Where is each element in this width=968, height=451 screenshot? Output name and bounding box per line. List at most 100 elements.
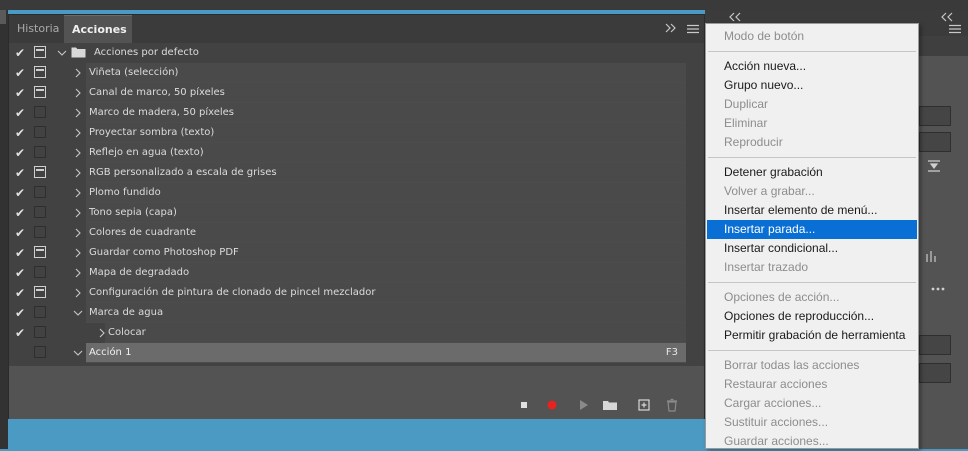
- chevron-down-icon[interactable]: [73, 345, 83, 361]
- menu-item-grupo-nuevo[interactable]: Grupo nuevo...: [707, 76, 917, 95]
- action-row[interactable]: ✔ Configuración de pintura de clonado de …: [9, 283, 704, 303]
- panel-menu-icon[interactable]: [687, 23, 699, 37]
- action-row[interactable]: ✔ Marco de madera, 50 píxeles: [9, 103, 704, 123]
- toggle-check-icon[interactable]: ✔: [13, 65, 27, 81]
- toggle-check-icon[interactable]: ✔: [13, 325, 27, 341]
- action-label-cell[interactable]: Reflejo en agua (texto): [86, 143, 686, 163]
- toggle-check-icon[interactable]: ✔: [13, 245, 27, 261]
- chevron-right-icon[interactable]: [73, 245, 83, 261]
- dialog-toggle-icon[interactable]: [34, 306, 46, 318]
- action-row[interactable]: ✔ Tono sepia (capa): [9, 203, 704, 223]
- chevron-right-icon[interactable]: [73, 105, 83, 121]
- action-row[interactable]: ✔ RGB personalizado a escala de grises: [9, 163, 704, 183]
- collapse-panel-icon[interactable]: [665, 22, 677, 36]
- play-button[interactable]: [575, 396, 593, 414]
- menu-item-opciones-de-accion[interactable]: Opciones de acción...: [707, 288, 917, 307]
- chevron-right-icon[interactable]: [73, 225, 83, 241]
- menu-item-eliminar[interactable]: Eliminar: [707, 114, 917, 133]
- action-label-cell[interactable]: Acción 1 F3: [86, 343, 686, 363]
- dialog-toggle-icon[interactable]: [34, 46, 46, 58]
- toggle-check-icon[interactable]: ✔: [13, 165, 27, 181]
- toggle-check-icon[interactable]: ✔: [13, 285, 27, 301]
- dialog-toggle-icon[interactable]: [34, 206, 46, 218]
- action-row[interactable]: ✔ Guardar como Photoshop PDF: [9, 243, 704, 263]
- menu-item-modo-de-boton[interactable]: Modo de botón: [707, 27, 917, 46]
- right-panel-field-4[interactable]: [919, 363, 951, 383]
- menu-item-volver-a-grabar[interactable]: Volver a grabar...: [707, 182, 917, 201]
- align-bottom-icon[interactable]: [927, 160, 941, 175]
- action-label-cell[interactable]: Tono sepia (capa): [86, 203, 686, 223]
- toggle-check-icon[interactable]: ✔: [13, 105, 27, 121]
- chevron-right-icon[interactable]: [73, 165, 83, 181]
- action-row[interactable]: ✔ Colores de cuadrante: [9, 223, 704, 243]
- right-panel-field-3[interactable]: [919, 335, 951, 355]
- toggle-check-icon[interactable]: [13, 345, 27, 361]
- chevron-right-icon[interactable]: [73, 285, 83, 301]
- new-action-button[interactable]: [635, 396, 653, 414]
- action-label-cell[interactable]: Mapa de degradado: [86, 263, 686, 283]
- toggle-check-icon[interactable]: ✔: [13, 305, 27, 321]
- toggle-check-icon[interactable]: ✔: [13, 265, 27, 281]
- stop-button[interactable]: [515, 396, 533, 414]
- dialog-toggle-icon[interactable]: [34, 186, 46, 198]
- chevron-right-icon[interactable]: [73, 65, 83, 81]
- dialog-toggle-icon[interactable]: [34, 226, 46, 238]
- dialog-toggle-icon[interactable]: [34, 66, 46, 78]
- menu-item-cargar-acciones[interactable]: Cargar acciones...: [707, 394, 917, 413]
- right-panel-field-1[interactable]: [919, 106, 951, 126]
- action-label-cell[interactable]: Canal de marco, 50 píxeles: [86, 83, 686, 103]
- chevron-down-icon[interactable]: [57, 45, 67, 61]
- dialog-toggle-icon[interactable]: [34, 326, 46, 338]
- chevron-right-icon[interactable]: [73, 185, 83, 201]
- dialog-toggle-icon[interactable]: [34, 106, 46, 118]
- dialog-toggle-icon[interactable]: [34, 86, 46, 98]
- action-row[interactable]: ✔ Viñeta (selección): [9, 63, 704, 83]
- menu-item-borrar-todas-las-acciones[interactable]: Borrar todas las acciones: [707, 356, 917, 375]
- menu-item-opciones-de-reproduccion[interactable]: Opciones de reproducción...: [707, 307, 917, 326]
- action-label-cell[interactable]: Marca de agua: [86, 303, 686, 323]
- menu-item-insertar-trazado[interactable]: Insertar trazado: [707, 258, 917, 277]
- more-options-icon[interactable]: [931, 282, 945, 295]
- menu-item-insertar-parada[interactable]: Insertar parada...: [707, 220, 917, 239]
- action-row[interactable]: ✔ Plomo fundido: [9, 183, 704, 203]
- dialog-toggle-icon[interactable]: [34, 346, 46, 358]
- dialog-toggle-icon[interactable]: [34, 266, 46, 278]
- action-row[interactable]: ✔ Acciones por defecto: [9, 43, 704, 63]
- toggle-check-icon[interactable]: ✔: [13, 145, 27, 161]
- dialog-toggle-icon[interactable]: [34, 146, 46, 158]
- menu-item-permitir-grabacion-de-herramienta[interactable]: Permitir grabación de herramienta: [707, 326, 917, 345]
- chevron-right-icon[interactable]: [73, 125, 83, 141]
- menu-item-guardar-acciones[interactable]: Guardar acciones...: [707, 432, 917, 451]
- chevron-right-icon[interactable]: [73, 205, 83, 221]
- menu-item-accion-nueva[interactable]: Acción nueva...: [707, 57, 917, 76]
- new-set-button[interactable]: [601, 396, 619, 414]
- delete-button[interactable]: [663, 396, 681, 414]
- toggle-check-icon[interactable]: ✔: [13, 125, 27, 141]
- menu-item-restaurar-acciones[interactable]: Restaurar acciones: [707, 375, 917, 394]
- menu-item-insertar-elemento-de-menu[interactable]: Insertar elemento de menú...: [707, 201, 917, 220]
- action-label-cell[interactable]: RGB personalizado a escala de grises: [86, 163, 686, 183]
- menu-item-detener-grabacion[interactable]: Detener grabación: [707, 163, 917, 182]
- action-label-cell[interactable]: Marco de madera, 50 píxeles: [86, 103, 686, 123]
- dialog-toggle-icon[interactable]: [34, 286, 46, 298]
- menu-item-duplicar[interactable]: Duplicar: [707, 95, 917, 114]
- action-label-cell[interactable]: Acciones por defecto: [86, 43, 686, 63]
- action-label-cell[interactable]: Guardar como Photoshop PDF: [86, 243, 686, 263]
- toggle-check-icon[interactable]: ✔: [13, 225, 27, 241]
- action-row[interactable]: Acción 1 F3: [9, 343, 704, 363]
- tab-historia[interactable]: Historia: [9, 15, 64, 43]
- action-row[interactable]: ✔ Mapa de degradado: [9, 263, 704, 283]
- action-label-cell[interactable]: Plomo fundido: [86, 183, 686, 203]
- right-panel-field-2[interactable]: [919, 132, 951, 152]
- chevron-right-icon[interactable]: [73, 145, 83, 161]
- menu-item-sustituir-acciones[interactable]: Sustituir acciones...: [707, 413, 917, 432]
- chevron-right-icon[interactable]: [73, 265, 83, 281]
- dialog-toggle-icon[interactable]: [34, 166, 46, 178]
- action-label-cell[interactable]: Configuración de pintura de clonado de p…: [86, 283, 686, 303]
- record-button[interactable]: [543, 396, 561, 414]
- menu-item-insertar-condicional[interactable]: Insertar condicional...: [707, 239, 917, 258]
- action-row[interactable]: ✔ Marca de agua: [9, 303, 704, 323]
- menu-item-reproducir[interactable]: Reproducir: [707, 133, 917, 152]
- dialog-toggle-icon[interactable]: [34, 126, 46, 138]
- action-label-cell[interactable]: Proyectar sombra (texto): [86, 123, 686, 143]
